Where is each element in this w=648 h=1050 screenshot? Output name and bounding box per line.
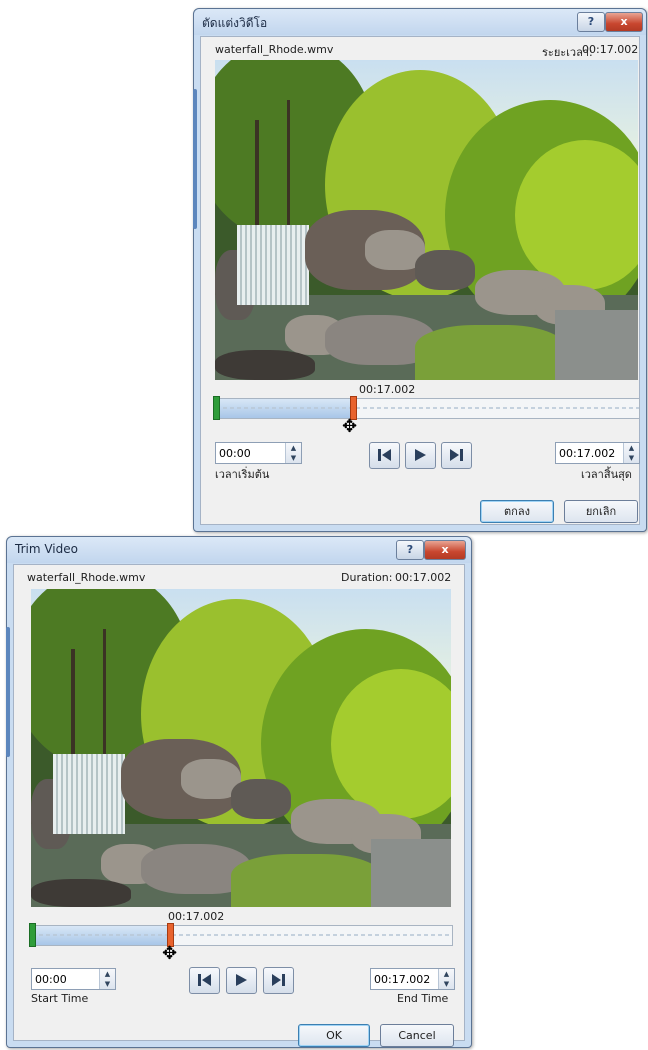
play-button[interactable] <box>226 967 257 994</box>
end-time-label: เวลาสิ้นสุด <box>581 468 632 481</box>
start-time-field[interactable]: ▲▼ <box>215 442 302 464</box>
title-bar[interactable]: Trim Video ? x <box>7 537 471 563</box>
move-cursor-icon: ✥ <box>162 943 178 964</box>
ok-button-label: OK <box>326 1029 342 1042</box>
dialog-body: waterfall_Rhode.wmv Duration: 00:17.002 <box>13 564 465 1047</box>
end-time-label: End Time <box>397 992 449 1005</box>
ok-button[interactable]: ตกลง <box>480 500 554 523</box>
play-icon <box>236 974 247 986</box>
dialog-title: ตัดแต่งวิดีโอ <box>202 16 268 30</box>
video-preview <box>215 60 638 380</box>
duration-label: Duration: <box>341 571 393 584</box>
spin-arrows-icon[interactable]: ▲ ▼ <box>623 443 639 463</box>
end-time-field[interactable]: ▲▼ <box>555 442 640 464</box>
cancel-button[interactable]: Cancel <box>380 1024 454 1047</box>
current-time-label: 00:17.002 <box>359 383 416 396</box>
previous-frame-button[interactable] <box>369 442 400 469</box>
ok-button[interactable]: OK <box>298 1024 370 1047</box>
trim-video-dialog-english: Trim Video ? x waterfall_Rhode.wmv Durat… <box>6 536 472 1048</box>
title-bar[interactable]: ตัดแต่งวิดีโอ ? x <box>194 9 646 35</box>
window-edge <box>6 627 10 757</box>
start-trim-handle[interactable] <box>213 396 220 420</box>
help-button[interactable]: ? <box>577 12 605 32</box>
end-time-input[interactable] <box>371 969 438 989</box>
close-icon: x <box>441 543 449 556</box>
play-button[interactable] <box>405 442 436 469</box>
trim-video-dialog-thai: ตัดแต่งวิดีโอ ? x waterfall_Rhode.wmv ระ… <box>193 8 647 532</box>
close-button[interactable]: x <box>424 540 466 560</box>
cancel-button[interactable]: ยกเลิก <box>564 500 638 523</box>
dialog-body: waterfall_Rhode.wmv ระยะเวลา: 00:17.002 <box>200 36 640 525</box>
cancel-button-label: Cancel <box>398 1029 436 1042</box>
duration-value: 00:17.002 <box>395 571 452 584</box>
next-frame-button[interactable] <box>263 967 294 994</box>
end-time-input[interactable] <box>556 443 623 463</box>
close-button[interactable]: x <box>605 12 643 32</box>
cancel-button-label: ยกเลิก <box>585 505 617 518</box>
start-time-label: Start Time <box>31 992 89 1005</box>
dialog-title: Trim Video <box>15 542 78 556</box>
previous-frame-icon <box>378 449 391 461</box>
start-time-field[interactable]: ▲▼ <box>31 968 116 990</box>
close-icon: x <box>620 15 628 28</box>
ok-button-label: ตกลง <box>504 505 530 518</box>
spin-arrows-icon[interactable]: ▲ ▼ <box>285 443 301 463</box>
file-name: waterfall_Rhode.wmv <box>215 43 334 56</box>
start-time-input[interactable] <box>216 443 285 463</box>
trim-timeline[interactable] <box>215 398 640 419</box>
spin-arrows-icon[interactable]: ▲ ▼ <box>99 969 115 989</box>
current-time-label: 00:17.002 <box>168 910 225 923</box>
window-edge <box>193 89 197 229</box>
trim-timeline[interactable] <box>31 925 453 946</box>
video-preview <box>31 589 451 907</box>
start-time-input[interactable] <box>32 969 99 989</box>
spin-arrows-icon[interactable]: ▲ ▼ <box>438 969 454 989</box>
play-icon <box>415 449 426 461</box>
duration-value: 00:17.002 <box>582 43 639 56</box>
help-button[interactable]: ? <box>396 540 424 560</box>
start-time-label: เวลาเริ่มต้น <box>215 468 270 481</box>
previous-frame-icon <box>198 974 211 986</box>
next-frame-icon <box>272 974 285 986</box>
previous-frame-button[interactable] <box>189 967 220 994</box>
help-icon: ? <box>587 15 595 28</box>
end-time-field[interactable]: ▲▼ <box>370 968 455 990</box>
file-name: waterfall_Rhode.wmv <box>27 571 146 584</box>
start-trim-handle[interactable] <box>29 923 36 947</box>
help-icon: ? <box>406 543 414 556</box>
move-cursor-icon: ✥ <box>342 416 358 437</box>
next-frame-button[interactable] <box>441 442 472 469</box>
next-frame-icon <box>450 449 463 461</box>
